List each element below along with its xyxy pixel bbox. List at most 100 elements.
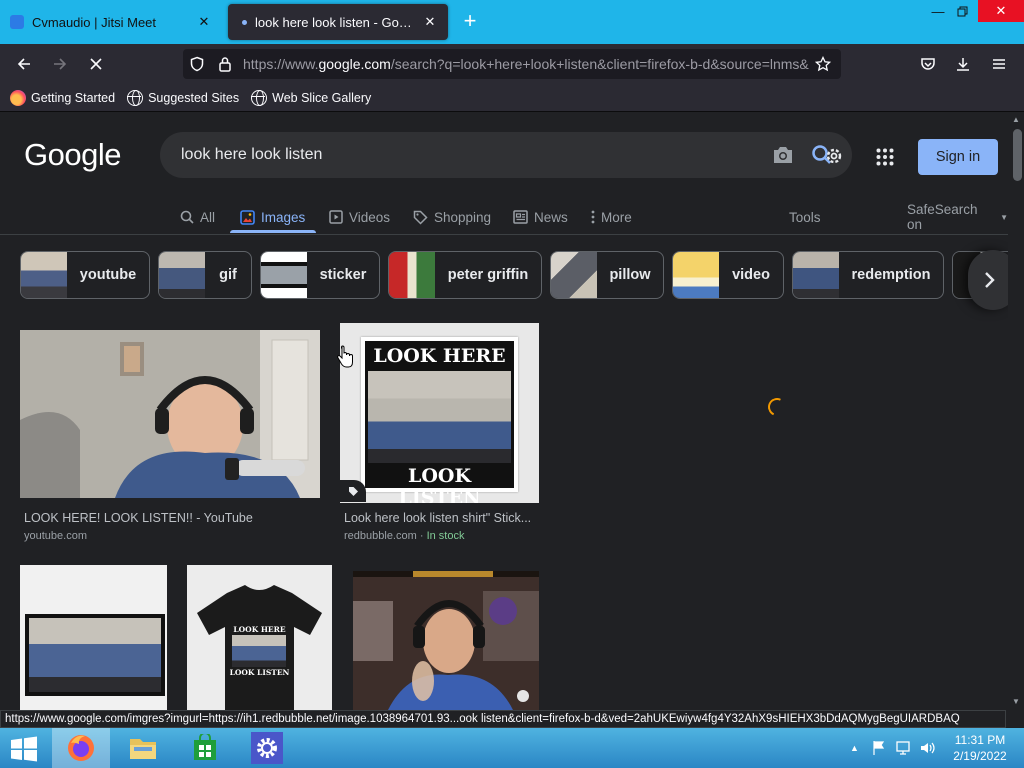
result-image-webcam[interactable] bbox=[353, 571, 539, 710]
tab-news[interactable]: News bbox=[513, 201, 568, 233]
back-button[interactable] bbox=[12, 52, 36, 76]
bookmark-label: Suggested Sites bbox=[148, 90, 240, 105]
tray-expand-icon[interactable]: ▲ bbox=[850, 743, 859, 753]
globe-icon bbox=[127, 89, 144, 106]
chips-next-button[interactable] bbox=[968, 250, 1008, 310]
tab-label: Videos bbox=[349, 209, 391, 225]
result-source: redbubble.com bbox=[344, 530, 417, 542]
firefox-icon bbox=[68, 735, 94, 761]
chip-pillow[interactable]: pillow bbox=[550, 251, 664, 299]
safesearch-label: SafeSearch on bbox=[907, 202, 978, 232]
taskbar-file-explorer[interactable] bbox=[114, 728, 172, 768]
scrollbar-thumb[interactable] bbox=[1013, 129, 1022, 181]
window-close-button[interactable]: ✕ bbox=[978, 0, 1024, 22]
tab-google-search[interactable]: look here look listen - Google Search ✕ bbox=[228, 4, 448, 40]
network-icon[interactable] bbox=[895, 740, 911, 756]
close-icon[interactable]: ✕ bbox=[422, 14, 438, 30]
scroll-down-icon[interactable]: ▼ bbox=[1011, 697, 1021, 706]
result-image-redbubble[interactable]: LOOK HERE LOOK LISTEN bbox=[340, 323, 539, 503]
sign-in-button[interactable]: Sign in bbox=[918, 139, 998, 175]
bookmark-getting-started[interactable]: Getting Started bbox=[10, 89, 115, 106]
url-prefix: https://www. bbox=[243, 56, 319, 72]
url-text[interactable]: https://www.google.com/search?q=look+her… bbox=[243, 56, 809, 72]
tools-button[interactable]: Tools bbox=[789, 201, 821, 233]
chip-gif[interactable]: gif bbox=[158, 251, 252, 299]
google-logo[interactable]: Google bbox=[24, 137, 121, 173]
result-image-youtube[interactable] bbox=[20, 330, 320, 498]
result-source-row[interactable]: redbubble.com · In stock bbox=[344, 530, 464, 542]
speaker-icon[interactable] bbox=[919, 740, 937, 756]
chip-thumbnail bbox=[159, 252, 205, 298]
shopping-tag-badge bbox=[340, 480, 366, 502]
page-scrollbar[interactable]: ▲ ▼ bbox=[1008, 113, 1024, 710]
chip-peter-griffin[interactable]: peter griffin bbox=[388, 251, 542, 299]
newspaper-icon bbox=[513, 210, 528, 224]
taskbar-clock[interactable]: 11:31 PM 2/19/2022 bbox=[940, 732, 1020, 764]
tag-icon bbox=[413, 210, 428, 225]
windows-taskbar: ▲ 11:31 PM 2/19/2022 bbox=[0, 728, 1024, 768]
man-with-headphones-image bbox=[20, 330, 320, 498]
chip-video[interactable]: video bbox=[672, 251, 784, 299]
forward-button[interactable] bbox=[48, 52, 72, 76]
pocket-button[interactable] bbox=[916, 52, 940, 76]
search-input[interactable]: look here look listen bbox=[181, 146, 322, 164]
tab-videos[interactable]: Videos bbox=[329, 201, 390, 233]
search-gear-icon[interactable] bbox=[810, 143, 850, 172]
chip-thumbnail bbox=[793, 252, 839, 298]
chip-sticker[interactable]: sticker bbox=[260, 251, 380, 299]
clock-date: 2/19/2022 bbox=[953, 749, 1007, 763]
taskbar-store[interactable] bbox=[176, 728, 234, 768]
chip-label: video bbox=[732, 267, 770, 283]
tab-shopping[interactable]: Shopping bbox=[413, 201, 491, 233]
result-image-tshirt[interactable]: LOOK HERE LOOK LISTEN bbox=[187, 565, 332, 710]
menu-button[interactable] bbox=[987, 52, 1011, 76]
bookmark-star-icon[interactable] bbox=[809, 56, 837, 72]
shirt-bottom-text: LOOK LISTEN bbox=[229, 668, 290, 677]
safesearch-dropdown[interactable]: SafeSearch on ▼ bbox=[907, 201, 1008, 233]
firefox-icon bbox=[10, 89, 26, 106]
taskbar-firefox[interactable] bbox=[52, 728, 110, 768]
shield-icon[interactable] bbox=[183, 56, 211, 72]
chip-label: gif bbox=[219, 267, 237, 283]
shirt-photo bbox=[232, 635, 286, 667]
hamburger-menu-icon bbox=[993, 59, 1005, 69]
result-title[interactable]: Look here look listen shirt" Stick... bbox=[344, 511, 531, 525]
camera-icon[interactable] bbox=[772, 145, 794, 168]
tab-jitsi[interactable]: Cvmaudio | Jitsi Meet ✕ bbox=[0, 4, 222, 40]
taskbar-settings[interactable] bbox=[238, 728, 296, 768]
lock-icon[interactable] bbox=[211, 56, 239, 72]
loading-dot-icon bbox=[242, 19, 247, 25]
chip-redemption[interactable]: redemption bbox=[792, 251, 944, 299]
tab-label: All bbox=[200, 209, 216, 225]
result-title[interactable]: LOOK HERE! LOOK LISTEN!! - YouTube bbox=[24, 511, 253, 525]
downloads-button[interactable] bbox=[951, 52, 975, 76]
tab-images[interactable]: Images bbox=[240, 201, 305, 233]
gear-icon bbox=[251, 732, 283, 764]
result-source[interactable]: youtube.com bbox=[24, 530, 87, 542]
close-icon[interactable]: ✕ bbox=[196, 14, 212, 30]
result-image-tv-frame[interactable] bbox=[20, 565, 167, 710]
google-apps-icon[interactable] bbox=[876, 148, 894, 169]
chip-thumbnail bbox=[261, 252, 307, 298]
restore-button[interactable] bbox=[944, 0, 980, 22]
bookmark-suggested-sites[interactable]: Suggested Sites bbox=[127, 89, 240, 106]
search-icon bbox=[180, 210, 194, 224]
tabs-divider bbox=[0, 234, 1008, 235]
streamer-image bbox=[353, 571, 539, 710]
bookmark-web-slice-gallery[interactable]: Web Slice Gallery bbox=[251, 89, 371, 106]
scroll-up-icon[interactable]: ▲ bbox=[1011, 115, 1021, 124]
new-tab-button[interactable]: + bbox=[458, 10, 482, 34]
windows-start-icon[interactable] bbox=[8, 736, 40, 762]
tab-more[interactable]: More bbox=[591, 201, 632, 233]
address-bar[interactable]: https://www.google.com/search?q=look+her… bbox=[183, 49, 841, 79]
tab-all[interactable]: All bbox=[180, 201, 215, 233]
arrow-right-icon bbox=[54, 58, 67, 70]
chip-youtube[interactable]: youtube bbox=[20, 251, 150, 299]
stop-button[interactable] bbox=[84, 52, 108, 76]
more-vert-icon bbox=[591, 210, 595, 224]
flag-icon[interactable] bbox=[871, 740, 887, 756]
loading-spinner-icon bbox=[765, 395, 789, 419]
shirt-top-text: LOOK HERE bbox=[233, 625, 286, 634]
search-box[interactable]: look here look listen bbox=[160, 132, 852, 178]
tab-label: More bbox=[601, 209, 632, 225]
